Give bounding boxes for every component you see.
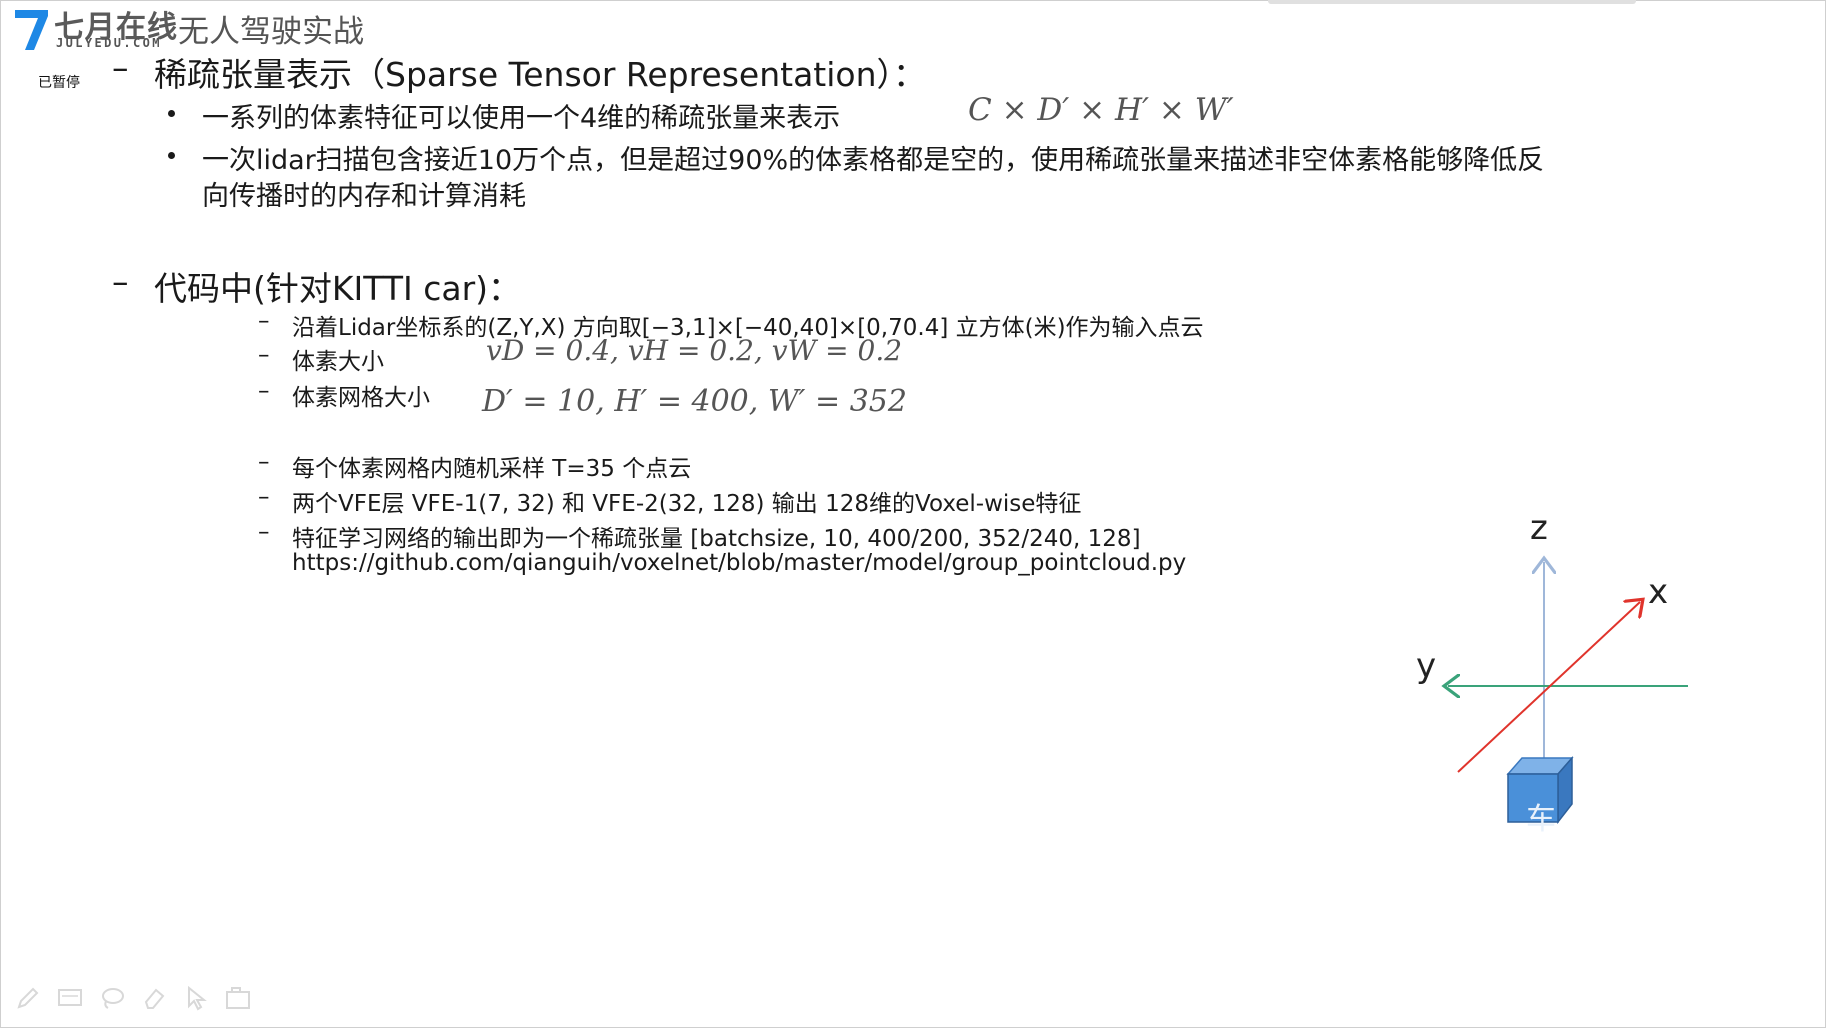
pen-icon[interactable] <box>14 984 42 1012</box>
course-title: 无人驾驶实战 <box>178 14 364 50</box>
screen-icon[interactable] <box>56 984 84 1012</box>
item-sparse-output: 特征学习网络的输出即为一个稀疏张量 [batchsize, 10, 400/20… <box>292 526 1141 552</box>
sub-dash: – <box>258 484 270 510</box>
section1-bullet-2: 一次lidar扫描包含接近10万个点，但是超过90%的体素格都是空的，使用稀疏张… <box>202 145 1545 176</box>
coordinate-axes-diagram <box>1400 510 1688 825</box>
section1-bullet-1: 一系列的体素特征可以使用一个4维的稀疏张量来表示 <box>202 103 841 134</box>
item-grid-size: 体素网格大小 <box>292 385 430 411</box>
annotation-toolbar <box>14 984 252 1012</box>
sub-dash: – <box>258 519 270 545</box>
tensor-formula: C × D′ × H′ × W′ <box>968 92 1234 128</box>
voxel-size-formula: vD = 0.4, vH = 0.2, vW = 0.2 <box>486 334 903 367</box>
bullet-dot <box>168 152 175 159</box>
sub-dash: – <box>258 449 270 475</box>
bullet-dot <box>168 110 175 117</box>
z-axis-label: z <box>1530 508 1548 548</box>
section2-dash: – <box>112 262 129 301</box>
item-voxel-size: 体素大小 <box>292 349 384 375</box>
sub-dash: – <box>258 342 270 368</box>
pointer-icon[interactable] <box>182 984 210 1012</box>
grid-size-formula: D′ = 10, H′ = 400, W′ = 352 <box>482 384 907 419</box>
eraser-icon[interactable] <box>140 984 168 1012</box>
logo-seven-icon <box>15 10 48 50</box>
github-link[interactable]: https://github.com/qianguih/voxelnet/blo… <box>292 550 1186 576</box>
lasso-icon[interactable] <box>98 984 126 1012</box>
sub-dash: – <box>258 378 270 404</box>
section1-dash: – <box>112 48 129 87</box>
section2-title: 代码中(针对KITTI car)： <box>154 269 522 308</box>
section1-title: 稀疏张量表示（Sparse Tensor Representation）： <box>154 55 927 94</box>
logo <box>12 6 52 54</box>
camera-icon[interactable] <box>224 984 252 1012</box>
sub-dash: – <box>258 308 270 334</box>
top-scroll-indicator <box>1268 0 1636 4</box>
car-label: 车 <box>1526 802 1556 837</box>
logo-en-text: JULYEDU.COM <box>56 36 162 50</box>
item-vfe-layers: 两个VFE层 VFE-1(7, 32) 和 VFE-2(32, 128) 输出 … <box>292 491 1082 517</box>
paused-status: 已暂停 <box>38 75 80 91</box>
section1-bullet-2-cont: 向传播时的内存和计算消耗 <box>202 181 526 212</box>
x-axis-label: x <box>1648 572 1669 612</box>
item-sampling: 每个体素网格内随机采样 T=35 个点云 <box>292 456 692 482</box>
y-axis-label: y <box>1416 646 1437 686</box>
